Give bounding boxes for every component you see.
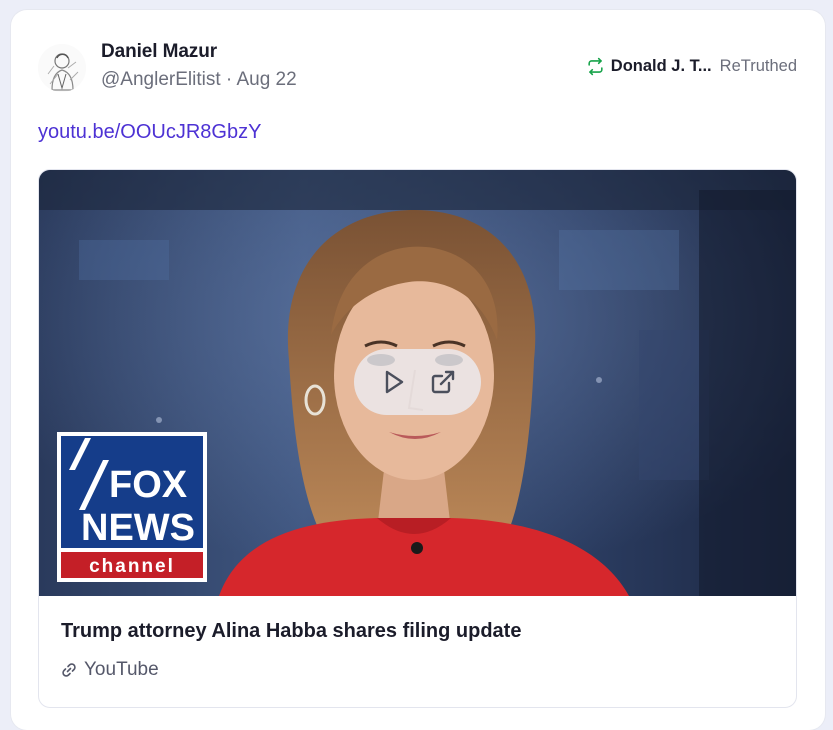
link-icon: [62, 663, 76, 677]
retruth-user-link[interactable]: Donald J. T...: [611, 57, 712, 76]
preview-source: YouTube: [61, 659, 159, 681]
retruth-label: ReTruthed: [719, 57, 797, 75]
sketch-portrait-avatar-icon: [38, 44, 86, 92]
fox-logo-line-3: channel: [89, 556, 175, 577]
post-youtube-link[interactable]: youtu.be/OOUcJR8GbzY: [38, 121, 261, 144]
video-thumbnail[interactable]: FOX NEWS channel: [39, 170, 796, 596]
play-icon[interactable]: [379, 368, 407, 396]
post-meta: @AnglerElitist · Aug 22: [101, 69, 297, 91]
media-controls: [354, 349, 481, 415]
author-handle[interactable]: @AnglerElitist: [101, 69, 221, 90]
retruth-icon: [588, 57, 603, 76]
link-preview-card[interactable]: FOX NEWS channel Trump attorney Alina Ha…: [38, 169, 797, 708]
external-link-icon[interactable]: [429, 368, 457, 396]
preview-title[interactable]: Trump attorney Alina Habba shares filing…: [61, 620, 521, 643]
fox-logo-line-2: NEWS: [81, 507, 195, 549]
fox-logo-line-1: FOX: [109, 464, 188, 506]
preview-source-label: YouTube: [84, 659, 159, 680]
author-display-name[interactable]: Daniel Mazur: [101, 41, 217, 63]
author-avatar[interactable]: [38, 44, 86, 92]
meta-separator: ·: [220, 69, 237, 90]
retruth-indicator: Donald J. T... ReTruthed: [586, 57, 797, 76]
post-date[interactable]: Aug 22: [236, 69, 296, 90]
post-card: Daniel Mazur @AnglerElitist · Aug 22 Don…: [11, 10, 825, 730]
